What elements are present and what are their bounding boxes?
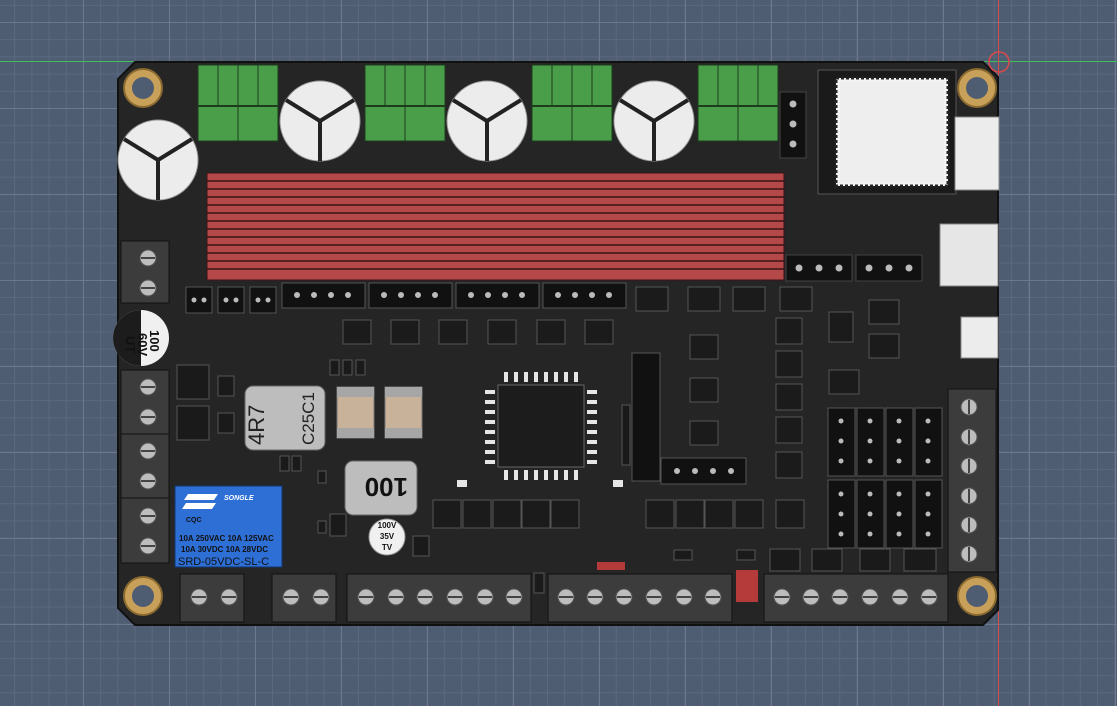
inductor-line1: 4R7 [244, 405, 269, 445]
terminal-right [947, 388, 997, 573]
capacitor-3 [613, 80, 695, 162]
capacitor-small: 100V 35V TV [368, 518, 406, 556]
cap-small-line3: TV [382, 543, 393, 552]
relay-rating1: 10A 250VAC 10A 125VAC [179, 534, 274, 543]
sd-card-slot [939, 223, 999, 287]
mount-hole-bl [123, 576, 163, 616]
inductor-line2: C25C1 [299, 392, 318, 445]
button-square [960, 316, 999, 359]
cap-left-line3: UT [123, 336, 138, 353]
relay-model: SRD-05VDC-SL-C [178, 556, 269, 568]
heatsink [206, 172, 785, 281]
relay: SONGLE CQC 10A 250VAC 10A 125VAC 10A 30V… [174, 485, 283, 568]
cap-small-line2: 35V [380, 532, 395, 541]
capacitor-1 [279, 80, 361, 162]
relay-brand: SONGLE [224, 495, 254, 502]
mount-hole-tl [123, 68, 163, 108]
green-connector-2 [364, 64, 446, 142]
header-small-row [185, 286, 277, 314]
microcontroller-chip [485, 372, 597, 480]
relay-rating2: 10A 30VDC 10A 28VDC [181, 545, 268, 554]
terminal-bottom [179, 573, 949, 623]
terminal-left-bottom [120, 369, 170, 564]
terminal-left-top [120, 240, 170, 304]
header-3pin-top [779, 91, 807, 159]
green-connector-4 [697, 64, 779, 142]
inductor-small-value: 100 [365, 472, 408, 502]
cap-small-line1: 100V [378, 521, 397, 530]
capacitor-black-left: 100 60V UT [113, 310, 169, 366]
origin-marker-icon [988, 51, 1010, 73]
mount-hole-tr [957, 68, 997, 108]
header-3pin-b [855, 254, 923, 282]
header-4pin-mid [660, 457, 747, 485]
green-connector-1 [197, 64, 279, 142]
mount-hole-br [957, 576, 997, 616]
inductor-4r7: 4R7 C25C1 [244, 385, 326, 451]
capacitor-4 [117, 119, 199, 201]
capacitor-2 [446, 80, 528, 162]
relay-cert: CQC [186, 517, 202, 524]
inductor-100: 100 [344, 460, 418, 516]
green-connector-3 [531, 64, 613, 142]
pcb-board-3d-view[interactable]: 100 60V UT 4R7 C25C1 100 100V 35V TV SON… [0, 0, 1117, 706]
usb-port [954, 116, 1000, 191]
header-3pin-a [785, 254, 853, 282]
wifi-module [817, 69, 957, 195]
